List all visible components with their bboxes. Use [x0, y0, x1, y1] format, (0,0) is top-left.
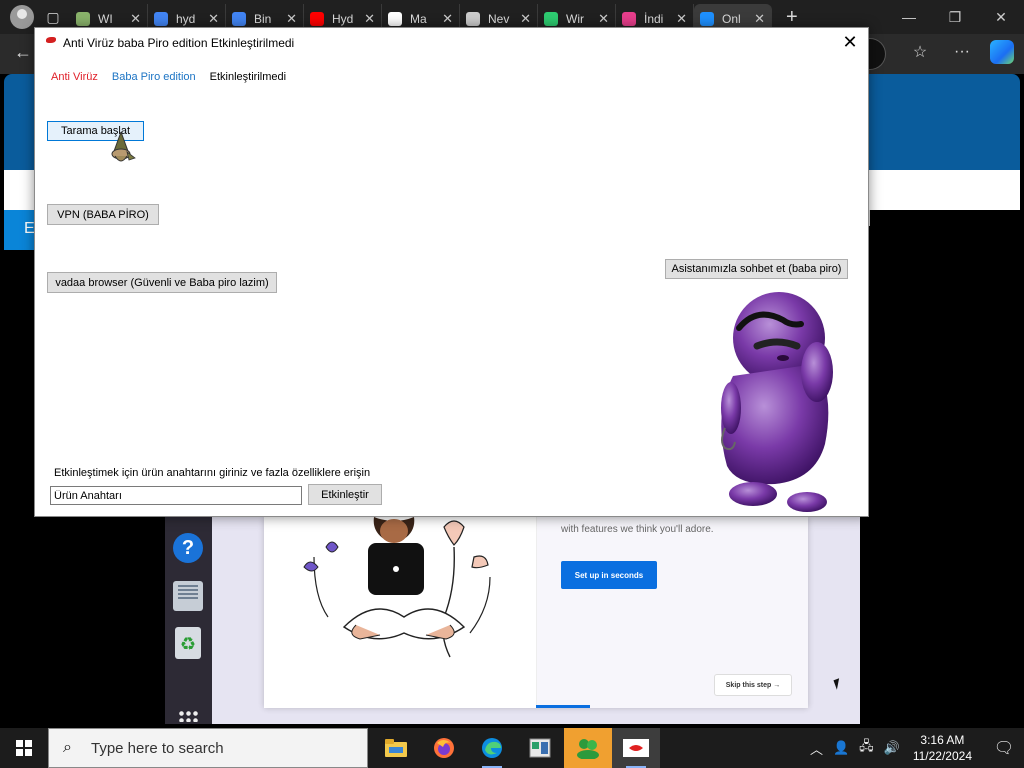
tab-favicon-icon — [700, 12, 714, 26]
tab-close-icon[interactable]: ✕ — [442, 11, 453, 27]
show-hidden-icons-chevron-icon[interactable]: ︿ — [810, 739, 823, 758]
menu-item-baba-piro-edition[interactable]: Baba Piro edition — [112, 71, 196, 83]
antivirus-dialog: Anti Virüz baba Piro edition Etkinleştir… — [34, 27, 869, 517]
taskbar-search-box[interactable]: ⌕ Type here to search — [48, 728, 368, 768]
profile-avatar[interactable] — [10, 5, 34, 29]
copilot-icon[interactable] — [990, 40, 1014, 64]
tab-close-icon[interactable]: ✕ — [598, 11, 609, 27]
activation-label: Etkinleştimek için ürün anahtarını girin… — [54, 467, 371, 479]
tab-label: Nev — [488, 12, 510, 26]
tab-label: Onl — [722, 12, 741, 26]
setup-button[interactable]: Set up in seconds — [561, 561, 657, 589]
notification-center-icon[interactable]: 🗨 — [984, 728, 1024, 768]
page-blue-tab: E — [4, 210, 35, 250]
tab-favicon-icon — [466, 12, 480, 26]
tab-label: WI — [98, 12, 113, 26]
back-arrow-icon[interactable]: ← — [14, 42, 32, 63]
tab-favicon-icon — [622, 12, 636, 26]
recycle-bin-icon[interactable]: ♻ — [175, 627, 201, 659]
dialog-title: Anti Virüz baba Piro edition Etkinleştir… — [63, 36, 295, 50]
setup-progress-bar — [536, 705, 590, 708]
setup-card-text: with features we think you'll adore. — [561, 524, 714, 535]
taskbar-clock[interactable]: 3:16 AM 11/22/2024 — [913, 732, 972, 764]
tab-favicon-icon — [544, 12, 558, 26]
search-placeholder: Type here to search — [91, 739, 224, 757]
tab-actions-icon[interactable]: ▢ — [42, 6, 64, 28]
antivirus-app-icon[interactable] — [612, 728, 660, 768]
tab-label: İndi — [644, 12, 664, 26]
clock-date: 11/22/2024 — [912, 749, 972, 763]
gnome-cursor-icon — [111, 132, 136, 162]
tab-favicon-icon — [388, 12, 402, 26]
dialog-menu: Anti Virüz Baba Piro edition Etkinleştir… — [51, 71, 286, 83]
setup-card-illustration-panel — [264, 517, 536, 708]
purple-mascot-image — [721, 292, 833, 512]
system-tray: ︿ 👤 🖧 🔊 3:16 AM 11/22/2024 🗨 — [805, 728, 1024, 768]
tab-close-icon[interactable]: ✕ — [520, 11, 531, 27]
tab-label: Ma — [410, 12, 427, 26]
help-icon[interactable]: ? — [173, 533, 203, 563]
edge-icon[interactable] — [468, 728, 516, 768]
setup-card: with features we think you'll adore. Set… — [264, 517, 808, 708]
tab-close-icon[interactable]: ✕ — [130, 11, 141, 27]
secure-browser-button[interactable]: vadaa browser (Güvenli ve Baba piro lazi… — [47, 272, 277, 293]
tab-label: Bin — [254, 12, 272, 26]
apps-grid-icon[interactable] — [178, 710, 198, 722]
tab-close-icon[interactable]: ✕ — [754, 11, 765, 27]
favorites-icon[interactable]: ☆ — [906, 42, 934, 62]
tab-close-icon[interactable]: ✕ — [208, 11, 219, 27]
restore-icon[interactable]: ❐ — [932, 0, 978, 34]
setup-card-text-panel: with features we think you'll adore. Set… — [536, 517, 808, 708]
app-window-icon[interactable] — [516, 728, 564, 768]
drive-icon[interactable] — [173, 581, 203, 611]
minimize-icon[interactable]: — — [886, 0, 932, 34]
firefox-icon[interactable] — [420, 728, 468, 768]
tab-favicon-icon — [232, 12, 246, 26]
people-app-icon[interactable] — [564, 728, 612, 768]
file-explorer-icon[interactable] — [372, 728, 420, 768]
people-tray-icon[interactable]: 👤 — [833, 740, 849, 756]
taskbar-apps — [372, 728, 660, 768]
clock-time: 3:16 AM — [920, 733, 965, 747]
start-button[interactable] — [0, 728, 48, 768]
windows-logo-icon — [16, 740, 32, 756]
tab-favicon-icon — [76, 12, 90, 26]
chat-assistant-button[interactable]: Asistanımızla sohbet et (baba piro) — [665, 259, 848, 279]
tab-label: Wir — [566, 12, 584, 26]
network-icon[interactable]: 🖧 — [859, 737, 874, 759]
search-icon: ⌕ — [63, 739, 72, 756]
tab-close-icon[interactable]: ✕ — [676, 11, 687, 27]
vpn-button[interactable]: VPN (BABA PİRO) — [47, 204, 159, 225]
tab-label: Hyd — [332, 12, 354, 26]
window-controls: — ❐ ✕ — [886, 0, 1024, 34]
windows-taskbar: ⌕ Type here to search ︿ 👤 🖧 🔊 3:16 AM 11… — [0, 728, 1024, 768]
vm-sidebar: ? ♻ — [165, 517, 212, 724]
toolbar-right: ☆ ··· — [906, 40, 1014, 64]
dialog-close-icon[interactable]: ✕ — [832, 28, 868, 56]
skip-step-button[interactable]: Skip this step → — [714, 674, 792, 696]
close-window-icon[interactable]: ✕ — [978, 0, 1024, 34]
tab-favicon-icon — [310, 12, 324, 26]
tab-label: hyd — [176, 12, 196, 26]
new-tab-button[interactable]: + — [786, 6, 798, 29]
dialog-titlebar: Anti Virüz baba Piro edition Etkinleştir… — [35, 28, 868, 56]
more-menu-icon[interactable]: ··· — [948, 43, 976, 61]
tab-favicon-icon — [154, 12, 168, 26]
tab-close-icon[interactable]: ✕ — [286, 11, 297, 27]
person-with-laptop-illustration — [303, 517, 491, 658]
product-key-input[interactable] — [50, 486, 302, 505]
app-lips-icon — [46, 37, 56, 43]
activate-button[interactable]: Etkinleştir — [308, 484, 382, 505]
volume-icon[interactable]: 🔊 — [884, 740, 900, 756]
menu-item-anti-viruz[interactable]: Anti Virüz — [51, 71, 98, 83]
tab-close-icon[interactable]: ✕ — [364, 11, 375, 27]
menu-item-etkinlestirilmedi[interactable]: Etkinleştirilmedi — [210, 71, 286, 83]
